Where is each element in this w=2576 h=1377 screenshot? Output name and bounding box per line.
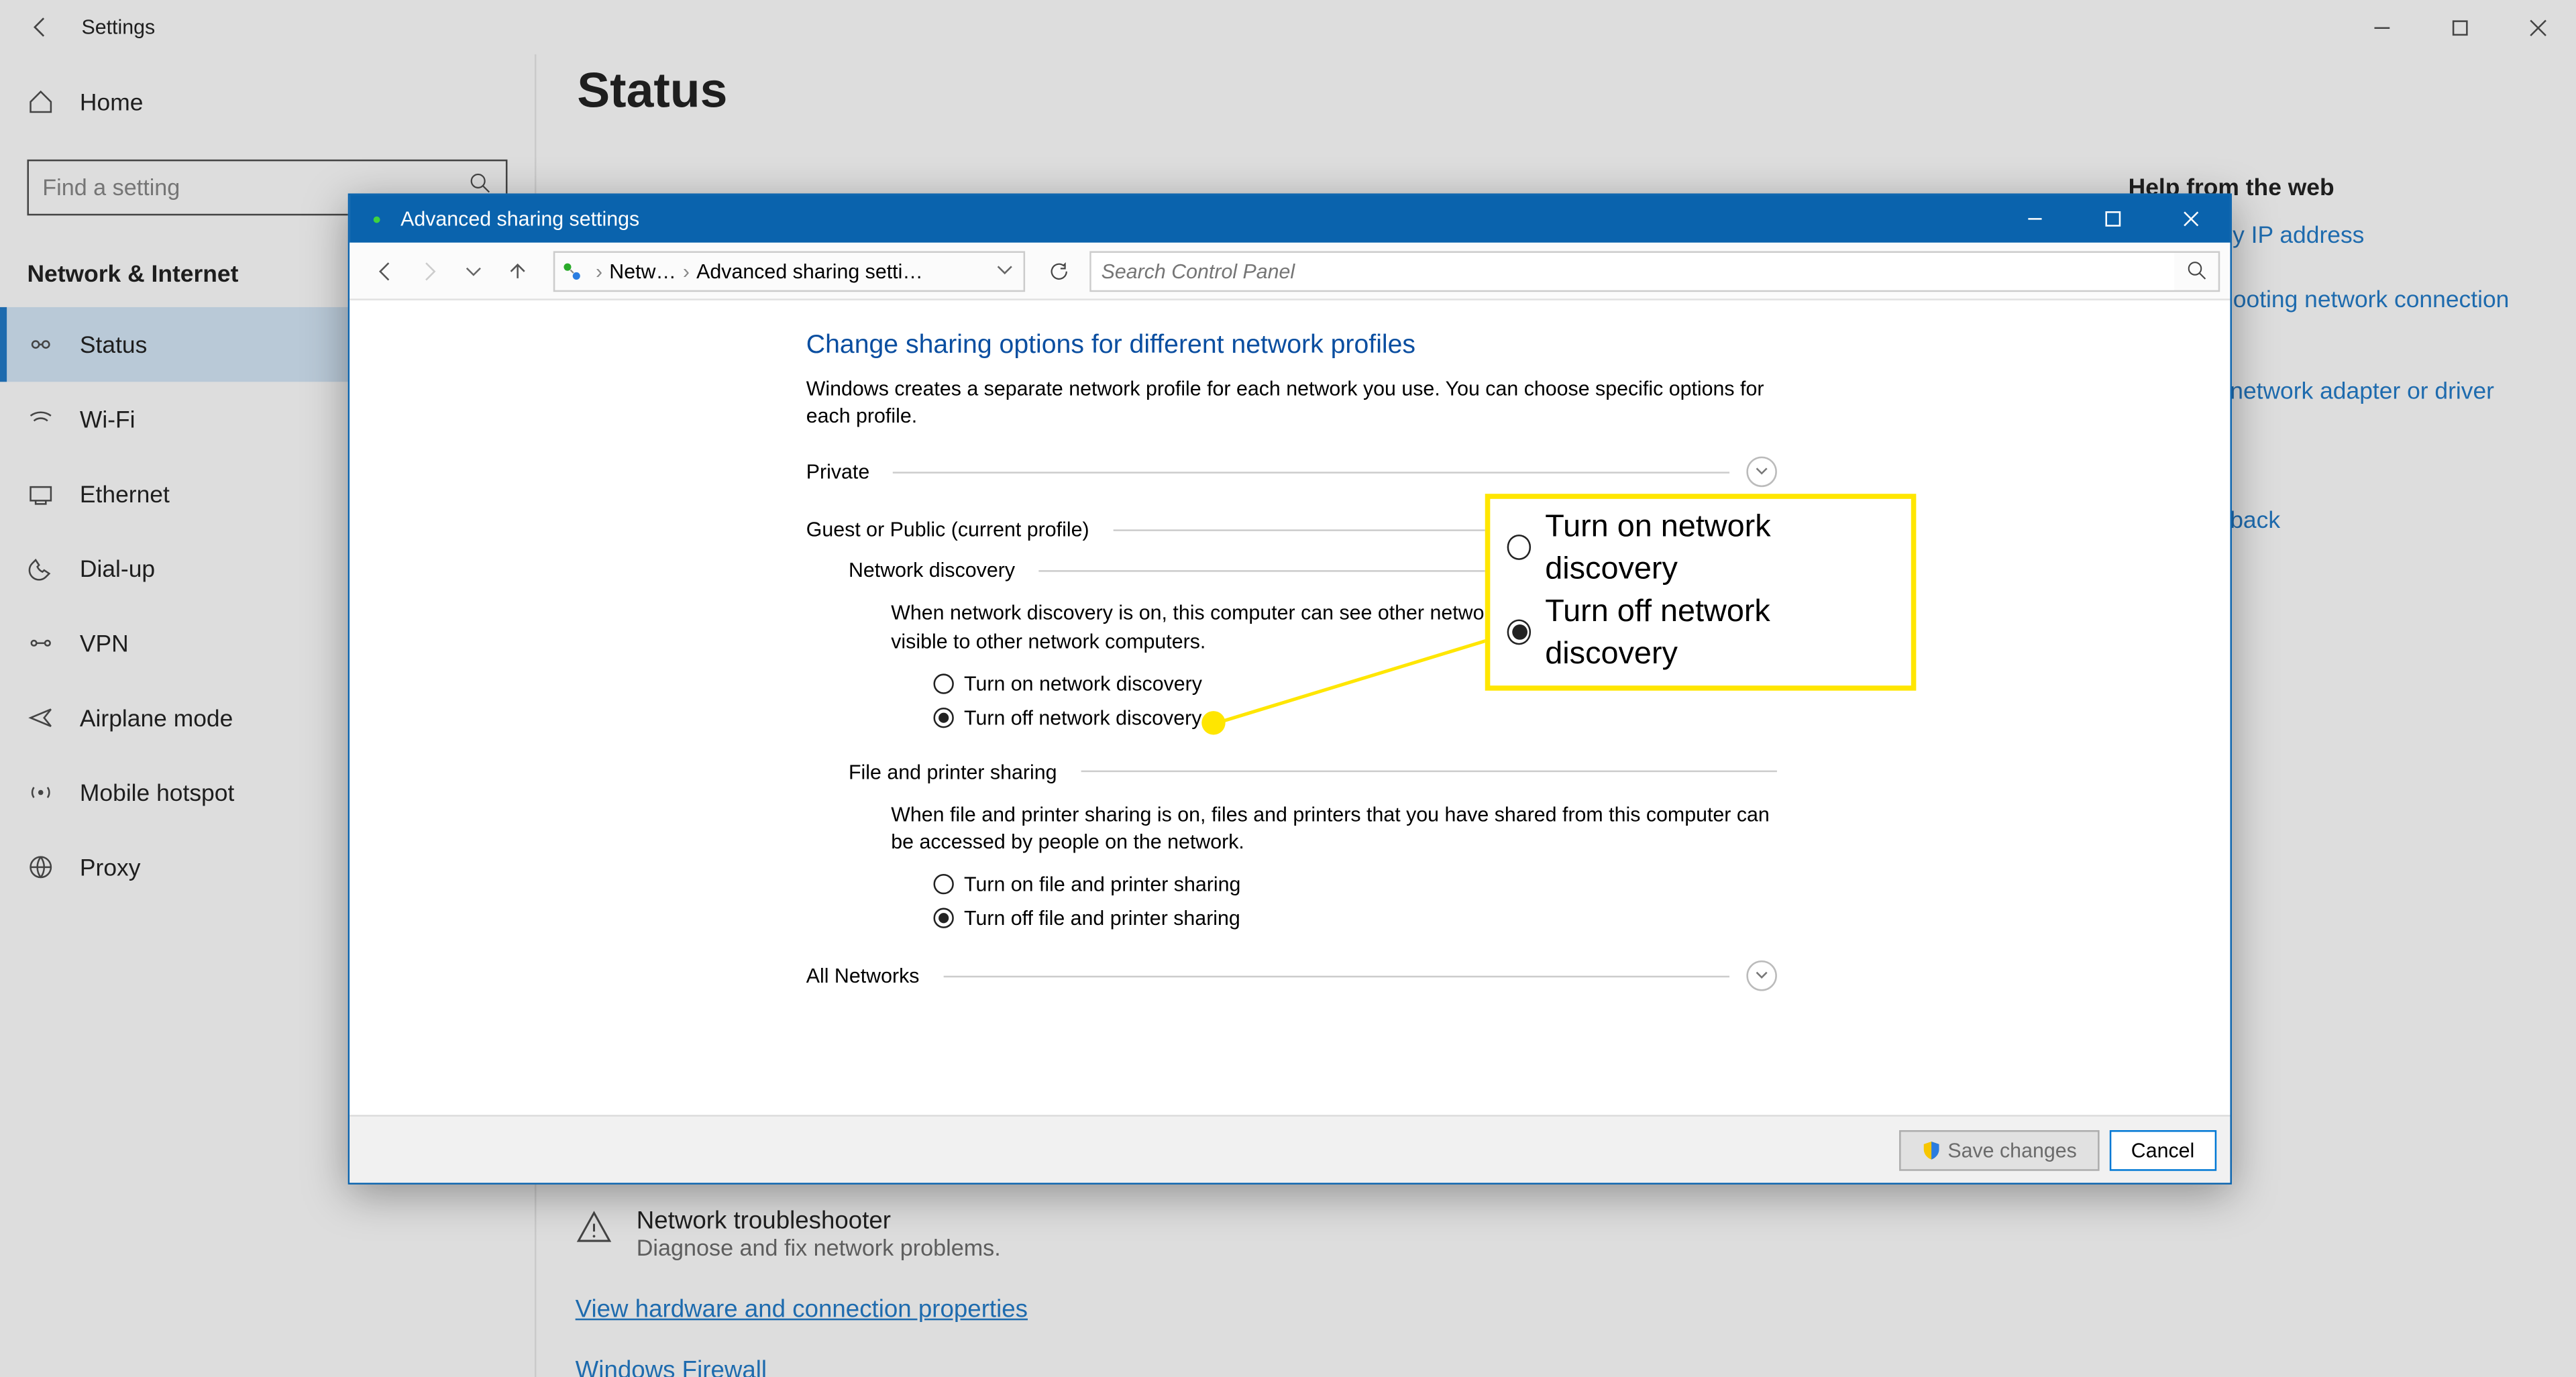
nav-dialup-label: Dial-up xyxy=(80,555,155,582)
nav-proxy-label: Proxy xyxy=(80,854,141,881)
minimize-button[interactable] xyxy=(2342,0,2420,54)
refresh-button[interactable] xyxy=(1035,250,1082,291)
breadcrumb-sep-icon: › xyxy=(683,259,690,282)
radio-checked-icon xyxy=(1507,620,1532,645)
file-printer-label: File and printer sharing xyxy=(849,760,1777,783)
cp-title-text: Advanced sharing settings xyxy=(400,207,639,231)
radio-checked-icon xyxy=(934,908,954,928)
settings-titlebar: Settings xyxy=(0,0,2576,54)
cp-app-icon: ● xyxy=(360,211,394,227)
profile-all-header[interactable]: All Networks xyxy=(806,960,1777,991)
proxy-icon xyxy=(27,854,54,881)
cp-search-input[interactable] xyxy=(1091,252,2174,290)
vpn-icon xyxy=(27,630,54,657)
control-panel-window: ● Advanced sharing settings › Netw… xyxy=(348,193,2232,1185)
fp-off-label: Turn off file and printer sharing xyxy=(964,906,1240,930)
radio-icon xyxy=(934,673,954,694)
wifi-icon xyxy=(27,406,54,433)
airplane-icon xyxy=(27,704,54,731)
page-heading: Status xyxy=(577,64,2536,120)
cp-titlebar[interactable]: ● Advanced sharing settings xyxy=(350,195,2230,243)
divider xyxy=(894,472,1729,474)
expand-icon[interactable] xyxy=(1746,960,1777,991)
close-button[interactable] xyxy=(2498,0,2576,54)
ethernet-icon xyxy=(27,480,54,507)
nav-wifi-label: Wi-Fi xyxy=(80,406,136,433)
breadcrumb-leaf[interactable]: Advanced sharing setti… xyxy=(696,259,923,282)
network-icon xyxy=(555,259,589,282)
profile-private-header[interactable]: Private xyxy=(806,457,1777,488)
save-label: Save changes xyxy=(1947,1138,2076,1161)
fp-off-radio[interactable]: Turn off file and printer sharing xyxy=(934,906,1777,930)
nav-airplane-label: Airplane mode xyxy=(80,704,233,731)
nd-off-radio[interactable]: Turn off network discovery xyxy=(934,706,1777,729)
expand-icon[interactable] xyxy=(1746,457,1777,488)
link-hardware[interactable]: View hardware and connection properties xyxy=(576,1297,1028,1323)
nav-hotspot-label: Mobile hotspot xyxy=(80,779,234,806)
cp-maximize-button[interactable] xyxy=(2074,195,2152,243)
cancel-button[interactable]: Cancel xyxy=(2109,1130,2216,1170)
home-icon xyxy=(27,89,54,115)
address-dropdown-icon[interactable] xyxy=(996,259,1013,282)
back-button[interactable] xyxy=(0,0,81,54)
warning-icon xyxy=(576,1208,613,1252)
cp-desc: Windows creates a separate network profi… xyxy=(806,375,1777,430)
cp-minimize-button[interactable] xyxy=(1996,195,2074,243)
settings-title: Settings xyxy=(81,15,155,39)
nav-up-button[interactable] xyxy=(499,252,537,290)
profile-public-label: Guest or Public (current profile) xyxy=(806,518,1089,542)
dialup-icon xyxy=(27,555,54,582)
cp-body: Change sharing options for different net… xyxy=(350,300,2230,1115)
nav-forward-button[interactable] xyxy=(411,252,448,290)
nav-status-label: Status xyxy=(80,331,147,357)
breadcrumb-sep-icon: › xyxy=(596,259,602,282)
callout-on-label: Turn on network discovery xyxy=(1545,506,1894,590)
cp-heading: Change sharing options for different net… xyxy=(806,331,1777,362)
callout-off-label: Turn off network discovery xyxy=(1545,590,1894,675)
cancel-label: Cancel xyxy=(2131,1138,2195,1161)
uac-shield-icon xyxy=(1921,1140,1941,1160)
troubleshooter-block[interactable]: Network troubleshooter Diagnose and fix … xyxy=(576,1208,1001,1260)
nav-recent-button[interactable] xyxy=(455,252,492,290)
cp-search-box[interactable] xyxy=(1089,250,2220,291)
save-changes-button[interactable]: Save changes xyxy=(1898,1130,2099,1170)
home-nav-item[interactable]: Home xyxy=(0,64,535,139)
nav-ethernet-label: Ethernet xyxy=(80,480,170,507)
nav-back-button[interactable] xyxy=(366,252,404,290)
callout-box: Turn on network discovery Turn off netwo… xyxy=(1485,494,1917,690)
radio-icon xyxy=(1507,535,1532,561)
nd-off-label: Turn off network discovery xyxy=(964,706,1201,729)
callout-on-row: Turn on network discovery xyxy=(1507,506,1894,590)
cp-footer: Save changes Cancel xyxy=(350,1115,2230,1182)
divider xyxy=(943,975,1729,977)
cp-toolbar: › Netw… › Advanced sharing setti… xyxy=(350,243,2230,300)
fp-on-radio[interactable]: Turn on file and printer sharing xyxy=(934,873,1777,896)
callout-anchor-dot xyxy=(1201,711,1225,734)
maximize-button[interactable] xyxy=(2420,0,2498,54)
radio-icon xyxy=(934,874,954,894)
link-firewall[interactable]: Windows Firewall xyxy=(576,1358,767,1377)
status-icon xyxy=(27,331,54,357)
breadcrumb-root[interactable]: Netw… xyxy=(609,259,676,282)
hotspot-icon xyxy=(27,779,54,806)
nd-on-label: Turn on network discovery xyxy=(964,671,1202,695)
home-label: Home xyxy=(80,89,144,115)
fp-on-label: Turn on file and printer sharing xyxy=(964,873,1240,896)
callout-off-row: Turn off network discovery xyxy=(1507,590,1894,675)
nav-vpn-label: VPN xyxy=(80,630,129,657)
profile-private-label: Private xyxy=(806,461,870,484)
troubleshooter-sub: Diagnose and fix network problems. xyxy=(637,1235,1001,1261)
cp-close-button[interactable] xyxy=(2152,195,2230,243)
radio-checked-icon xyxy=(934,707,954,727)
profile-all-label: All Networks xyxy=(806,964,920,987)
troubleshooter-title: Network troubleshooter xyxy=(637,1208,1001,1235)
cp-search-button[interactable] xyxy=(2174,252,2218,290)
file-printer-desc: When file and printer sharing is on, fil… xyxy=(891,801,1777,856)
address-bar[interactable]: › Netw… › Advanced sharing setti… xyxy=(553,250,1025,291)
